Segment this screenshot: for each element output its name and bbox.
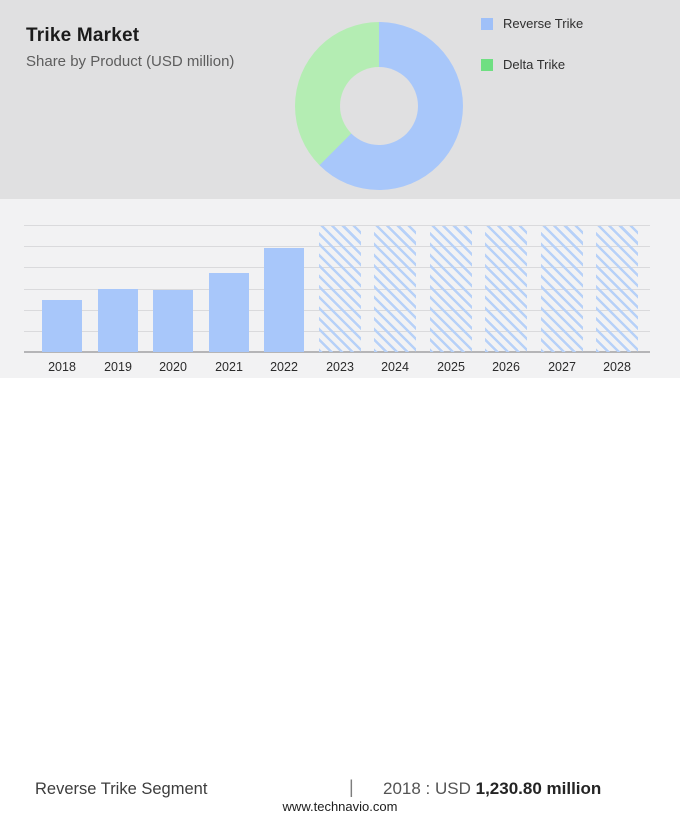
- footer: Reverse Trike Segment | 2018 : USD 1,230…: [0, 378, 680, 814]
- bar-2018: [42, 300, 82, 352]
- bar-chart-panel: 2018 2019 2020 2021 2022 2023 2024 2025 2026 2027…: [0, 199, 680, 378]
- website-link[interactable]: www.technavio.com: [0, 799, 680, 814]
- year-value-amount: 1,230.80 million: [475, 779, 602, 798]
- legend-swatch-reverse-trike-icon: [481, 17, 493, 30]
- x-label-2022: 2022: [270, 360, 298, 374]
- bar-2020: [153, 290, 193, 352]
- legend-item-reverse-trike: Reverse Trike: [481, 16, 583, 31]
- x-label-2018: 2018: [48, 360, 76, 374]
- forecast-bar-2027: [541, 226, 583, 352]
- legend-label: Reverse Trike: [503, 16, 584, 31]
- bar-2022: [264, 248, 304, 352]
- page-title: Trike Market: [26, 25, 140, 46]
- x-label-2020: 2020: [159, 360, 187, 374]
- x-label-2027: 2027: [548, 360, 576, 374]
- legend-label: Delta Trike: [503, 57, 566, 72]
- bar-2019: [98, 289, 138, 352]
- header-panel: Trike Market Share by Product (USD milli…: [0, 0, 680, 199]
- x-label-2026: 2026: [492, 360, 520, 374]
- forecast-bar-2026: [485, 226, 527, 352]
- x-label-2023: 2023: [326, 360, 354, 374]
- x-label-2024: 2024: [381, 360, 409, 374]
- footer-separator: |: [349, 777, 354, 797]
- legend-item-delta-trike: Delta Trike: [481, 57, 565, 72]
- donut-hole: [340, 67, 418, 145]
- forecast-bar-2025: [430, 226, 472, 352]
- x-label-2028: 2028: [603, 360, 631, 374]
- x-label-2021: 2021: [215, 360, 243, 374]
- year-value: 2018 : USD 1,230.80 million: [383, 779, 601, 799]
- x-label-2019: 2019: [104, 360, 132, 374]
- bar-2021: [209, 273, 249, 352]
- year-value-prefix: 2018 : USD: [383, 779, 476, 798]
- donut-chart: [295, 22, 463, 190]
- forecast-bar-2024: [374, 226, 416, 352]
- forecast-bar-2028: [596, 226, 638, 352]
- forecast-bar-2023: [319, 226, 361, 352]
- x-label-2025: 2025: [437, 360, 465, 374]
- bar-chart-plot-area: 2018 2019 2020 2021 2022 2023 2024 2025 2026 2027…: [24, 225, 650, 374]
- legend-swatch-delta-trike-icon: [481, 58, 493, 71]
- segment-label: Reverse Trike Segment: [35, 780, 208, 798]
- page-subtitle: Share by Product (USD million): [26, 53, 235, 70]
